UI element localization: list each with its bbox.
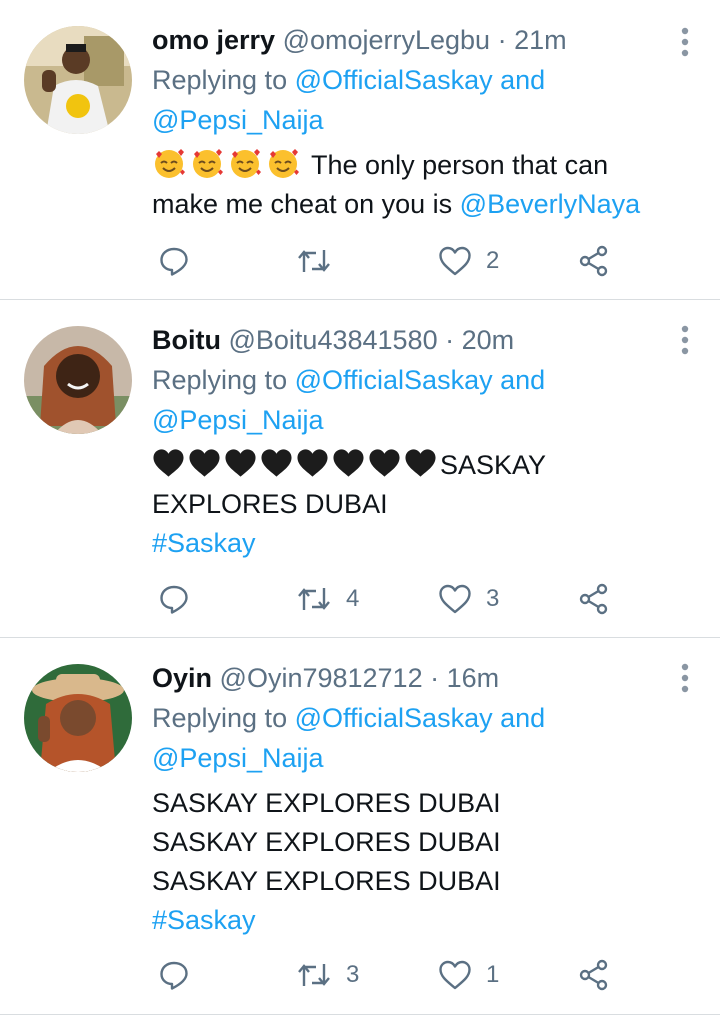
like-button[interactable]: 3 xyxy=(438,579,499,619)
mention-link[interactable]: @OfficialSaskay xyxy=(295,65,493,95)
avatar[interactable] xyxy=(24,326,132,434)
reply-button[interactable] xyxy=(158,579,204,619)
heart-outline-icon xyxy=(439,246,471,276)
timestamp[interactable]: 16m xyxy=(447,663,500,693)
black-heart-icon xyxy=(188,449,224,480)
display-name[interactable]: Oyin xyxy=(152,663,212,693)
replying-to-label: Replying to xyxy=(152,703,288,733)
smiling-face-with-hearts-icon xyxy=(190,149,228,180)
tweet-text-line: The only person that can xyxy=(311,150,609,180)
reply-icon xyxy=(160,961,188,990)
divider xyxy=(0,637,720,638)
black-heart-icon xyxy=(260,449,296,480)
retweet-count: 4 xyxy=(346,585,360,612)
dot-separator: · xyxy=(430,663,440,693)
black-heart-icon xyxy=(368,449,404,480)
tweet-text: The only person that can make me cheat o… xyxy=(152,146,696,224)
retweet-icon xyxy=(298,250,330,272)
divider xyxy=(0,299,720,300)
replying-to-label: Replying to xyxy=(152,365,288,395)
tweet-text-line: SASKAY EXPLORES DUBAI xyxy=(152,788,501,818)
smiling-face-with-hearts-icon xyxy=(152,149,190,180)
like-count: 1 xyxy=(486,961,500,988)
black-heart-icon xyxy=(152,449,188,480)
replying-to: Replying to @OfficialSaskay and @Pepsi_N… xyxy=(152,698,696,778)
divider xyxy=(0,1014,720,1015)
tweet-actions: 4 3 xyxy=(152,579,632,619)
avatar[interactable] xyxy=(24,664,132,772)
timestamp[interactable]: 21m xyxy=(514,25,567,55)
share-icon xyxy=(579,959,608,991)
handle[interactable]: @Boitu43841580 xyxy=(229,325,438,355)
replying-to: Replying to @OfficialSaskay and @Pepsi_N… xyxy=(152,360,696,440)
replying-to-and[interactable]: and xyxy=(500,703,545,733)
hashtag-link[interactable]: #Saskay xyxy=(152,528,256,558)
retweet-icon xyxy=(298,588,330,610)
retweet-count: 3 xyxy=(346,961,360,988)
handle[interactable]: @Oyin79812712 xyxy=(220,663,423,693)
retweet-button[interactable]: 4 xyxy=(296,579,359,619)
dot-separator: · xyxy=(445,325,455,355)
share-button[interactable] xyxy=(578,579,610,619)
tweet-header: Boitu @Boitu43841580 · 20m xyxy=(152,320,696,360)
tweet-text: SASKAY EXPLORES DUBAI SASKAY EXPLORES DU… xyxy=(152,784,696,940)
tweet-text: SASKAY EXPLORES DUBAI #Saskay xyxy=(152,446,696,563)
tweet-header: Oyin @Oyin79812712 · 16m xyxy=(152,658,696,698)
mention-link[interactable]: @Pepsi_Naija xyxy=(152,743,324,773)
dot-separator: · xyxy=(497,25,507,55)
tweet-text-line: SASKAY xyxy=(440,450,547,480)
heart-outline-icon xyxy=(439,960,471,990)
black-heart-icon xyxy=(404,449,440,480)
display-name[interactable]: Boitu xyxy=(152,325,221,355)
reply-icon xyxy=(160,585,188,614)
tweet-text-line: SASKAY EXPLORES DUBAI xyxy=(152,866,501,896)
more-options-icon[interactable] xyxy=(680,26,690,58)
retweet-button[interactable] xyxy=(296,241,346,281)
tweet-actions: 3 1 xyxy=(152,955,632,995)
like-button[interactable]: 2 xyxy=(438,241,499,281)
tweet-header: omo jerry @omojerryLegbu · 21m xyxy=(152,20,696,60)
display-name[interactable]: omo jerry xyxy=(152,25,275,55)
mention-link[interactable]: @BeverlyNaya xyxy=(460,189,640,219)
reply-button[interactable] xyxy=(158,955,204,995)
hashtag-link[interactable]: #Saskay xyxy=(152,905,256,935)
timestamp[interactable]: 20m xyxy=(462,325,515,355)
handle[interactable]: @omojerryLegbu xyxy=(283,25,491,55)
heart-outline-icon xyxy=(439,584,471,614)
share-button[interactable] xyxy=(578,955,610,995)
tweet-text-line: EXPLORES DUBAI xyxy=(152,489,388,519)
replying-to-and[interactable]: and xyxy=(500,365,545,395)
reply-button[interactable] xyxy=(158,241,204,281)
replying-to: Replying to @OfficialSaskay and @Pepsi_N… xyxy=(152,60,696,140)
mention-link[interactable]: @Pepsi_Naija xyxy=(152,405,324,435)
replying-to-and[interactable]: and xyxy=(500,65,545,95)
more-options-icon[interactable] xyxy=(680,662,690,694)
tweet-text-line: make me cheat on you is xyxy=(152,189,453,219)
mention-link[interactable]: @OfficialSaskay xyxy=(295,703,493,733)
black-heart-icon xyxy=(224,449,260,480)
black-heart-icon xyxy=(332,449,368,480)
mention-link[interactable]: @Pepsi_Naija xyxy=(152,105,324,135)
share-icon xyxy=(579,583,608,615)
more-options-icon[interactable] xyxy=(680,324,690,356)
avatar[interactable] xyxy=(24,26,132,134)
tweet-text-line: SASKAY EXPLORES DUBAI xyxy=(152,827,501,857)
smiling-face-with-hearts-icon xyxy=(266,149,304,180)
like-button[interactable]: 1 xyxy=(438,955,499,995)
smiling-face-with-hearts-icon xyxy=(228,149,266,180)
like-count: 3 xyxy=(486,585,500,612)
black-heart-icon xyxy=(296,449,332,480)
retweet-icon xyxy=(298,964,330,986)
tweet-actions: 2 xyxy=(152,241,632,281)
reply-icon xyxy=(160,247,188,276)
mention-link[interactable]: @OfficialSaskay xyxy=(295,365,493,395)
like-count: 2 xyxy=(486,247,500,274)
retweet-button[interactable]: 3 xyxy=(296,955,359,995)
share-button[interactable] xyxy=(578,241,610,281)
share-icon xyxy=(579,245,608,277)
replying-to-label: Replying to xyxy=(152,65,288,95)
